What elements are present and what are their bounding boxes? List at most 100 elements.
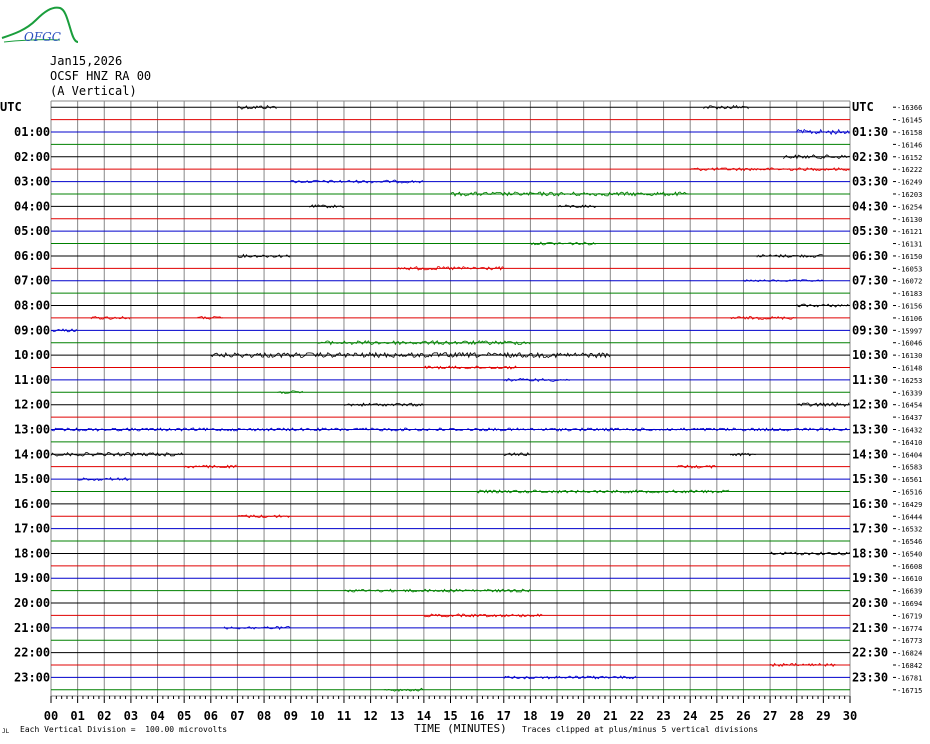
x-tick-label: 08 bbox=[257, 709, 271, 723]
offset-label: -16249 bbox=[897, 179, 922, 187]
offset-label: -16106 bbox=[897, 315, 922, 323]
hour-label-right: 23:30 bbox=[852, 670, 888, 684]
hour-label-right: 20:30 bbox=[852, 596, 888, 610]
offset-label: -16046 bbox=[897, 340, 922, 348]
hour-label-left: 01:00 bbox=[14, 125, 50, 139]
offset-label: -16121 bbox=[897, 228, 922, 236]
offset-label: -16715 bbox=[897, 687, 922, 695]
offset-label: -16532 bbox=[897, 526, 922, 534]
offset-label: -16781 bbox=[897, 674, 922, 682]
offset-label: -16130 bbox=[897, 216, 922, 224]
x-tick-label: 16 bbox=[470, 709, 484, 723]
corner-mark: JL bbox=[2, 728, 10, 735]
offset-label: -16774 bbox=[897, 625, 922, 633]
hour-label-left: UTC bbox=[0, 100, 22, 114]
hour-label-right: 07:30 bbox=[852, 274, 888, 288]
offset-label: -16610 bbox=[897, 575, 922, 583]
offset-label: -16130 bbox=[897, 352, 922, 360]
x-tick-label: 12 bbox=[363, 709, 377, 723]
hour-label-left: 05:00 bbox=[14, 224, 50, 238]
trace-signal bbox=[729, 452, 756, 457]
x-tick-label: 06 bbox=[204, 709, 218, 723]
hour-label-right: 02:30 bbox=[852, 150, 888, 164]
hour-label-left: 06:00 bbox=[14, 249, 50, 263]
x-tick-label: 02 bbox=[97, 709, 111, 723]
hour-label-left: 10:00 bbox=[14, 348, 50, 362]
offset-label: -16516 bbox=[897, 488, 922, 496]
x-tick-label: 19 bbox=[550, 709, 564, 723]
x-axis-label: TIME (MINUTES) bbox=[414, 722, 507, 735]
hour-label-right: 16:30 bbox=[852, 497, 888, 511]
offset-label: -16410 bbox=[897, 439, 922, 447]
offset-label: -16454 bbox=[897, 402, 922, 410]
x-tick-label: 27 bbox=[763, 709, 777, 723]
scale-note: Each Vertical Division = 100.00 microvol… bbox=[20, 725, 228, 734]
offset-label: -16719 bbox=[897, 612, 922, 620]
x-tick-label: 11 bbox=[337, 709, 351, 723]
x-tick-label: 04 bbox=[150, 709, 164, 723]
hour-label-right: 22:30 bbox=[852, 646, 888, 660]
offset-label: -16254 bbox=[897, 203, 922, 211]
hour-label-left: 02:00 bbox=[14, 150, 50, 164]
hour-label-left: 18:00 bbox=[14, 546, 50, 560]
offset-label: -16608 bbox=[897, 563, 922, 571]
offset-label: -16842 bbox=[897, 662, 922, 670]
offset-label: -16561 bbox=[897, 476, 922, 484]
hour-label-right: 15:30 bbox=[852, 472, 888, 486]
offset-label: -16146 bbox=[897, 141, 922, 149]
x-tick-label: 10 bbox=[310, 709, 324, 723]
trace-signal bbox=[223, 625, 291, 631]
offset-label: -16540 bbox=[897, 550, 922, 558]
hour-label-right: 13:30 bbox=[852, 422, 888, 436]
hour-label-right: 11:30 bbox=[852, 373, 888, 387]
offset-label: -16253 bbox=[897, 377, 922, 385]
hour-label-left: 15:00 bbox=[14, 472, 50, 486]
x-tick-label: 30 bbox=[843, 709, 857, 723]
x-tick-label: 07 bbox=[230, 709, 244, 723]
hour-label-left: 17:00 bbox=[14, 522, 50, 536]
x-tick-label: 21 bbox=[603, 709, 617, 723]
offset-label: -16404 bbox=[897, 451, 922, 459]
hour-label-right: 03:30 bbox=[852, 175, 888, 189]
hour-label-right: 14:30 bbox=[852, 447, 888, 461]
x-tick-label: 03 bbox=[124, 709, 138, 723]
offset-label: -16639 bbox=[897, 588, 922, 596]
x-tick-label: 13 bbox=[390, 709, 404, 723]
offset-label: -16203 bbox=[897, 191, 922, 199]
clip-note: Traces clipped at plus/minus 5 vertical … bbox=[522, 725, 759, 734]
hour-label-left: 23:00 bbox=[14, 670, 50, 684]
hour-label-right: 19:30 bbox=[852, 571, 888, 585]
x-tick-label: 29 bbox=[816, 709, 830, 723]
hour-label-left: 21:00 bbox=[14, 621, 50, 635]
hour-label-right: UTC bbox=[852, 100, 874, 114]
offset-label: -16053 bbox=[897, 265, 922, 273]
offset-label: -16366 bbox=[897, 104, 922, 112]
x-tick-label: 17 bbox=[497, 709, 511, 723]
x-tick-label: 25 bbox=[710, 709, 724, 723]
helicorder-plot: -16366 -16145 -16158 -16146 -16152 -16222 -162… bbox=[0, 100, 922, 723]
x-tick-label: 28 bbox=[790, 709, 804, 723]
hour-label-right: 10:30 bbox=[852, 348, 888, 362]
offset-label: -16694 bbox=[897, 600, 922, 608]
x-tick-label: 00 bbox=[44, 709, 58, 723]
x-tick-label: 15 bbox=[443, 709, 457, 723]
hour-label-right: 06:30 bbox=[852, 249, 888, 263]
hour-label-right: 21:30 bbox=[852, 621, 888, 635]
trace-signal bbox=[309, 204, 344, 209]
hour-label-right: 01:30 bbox=[852, 125, 888, 139]
hour-label-left: 03:00 bbox=[14, 175, 50, 189]
offset-label: -16824 bbox=[897, 650, 922, 658]
x-tick-label: 26 bbox=[736, 709, 750, 723]
trace-signal bbox=[277, 390, 304, 394]
x-tick-label: 05 bbox=[177, 709, 191, 723]
hour-label-left: 16:00 bbox=[14, 497, 50, 511]
hour-label-right: 17:30 bbox=[852, 522, 888, 536]
offset-label: -16150 bbox=[897, 253, 922, 261]
hour-label-right: 05:30 bbox=[852, 224, 888, 238]
x-tick-label: 14 bbox=[417, 709, 431, 723]
offset-label: -16339 bbox=[897, 389, 922, 397]
hour-label-left: 20:00 bbox=[14, 596, 50, 610]
x-tick-label: 24 bbox=[683, 709, 697, 723]
hour-label-right: 08:30 bbox=[852, 299, 888, 313]
hour-label-right: 09:30 bbox=[852, 323, 888, 337]
